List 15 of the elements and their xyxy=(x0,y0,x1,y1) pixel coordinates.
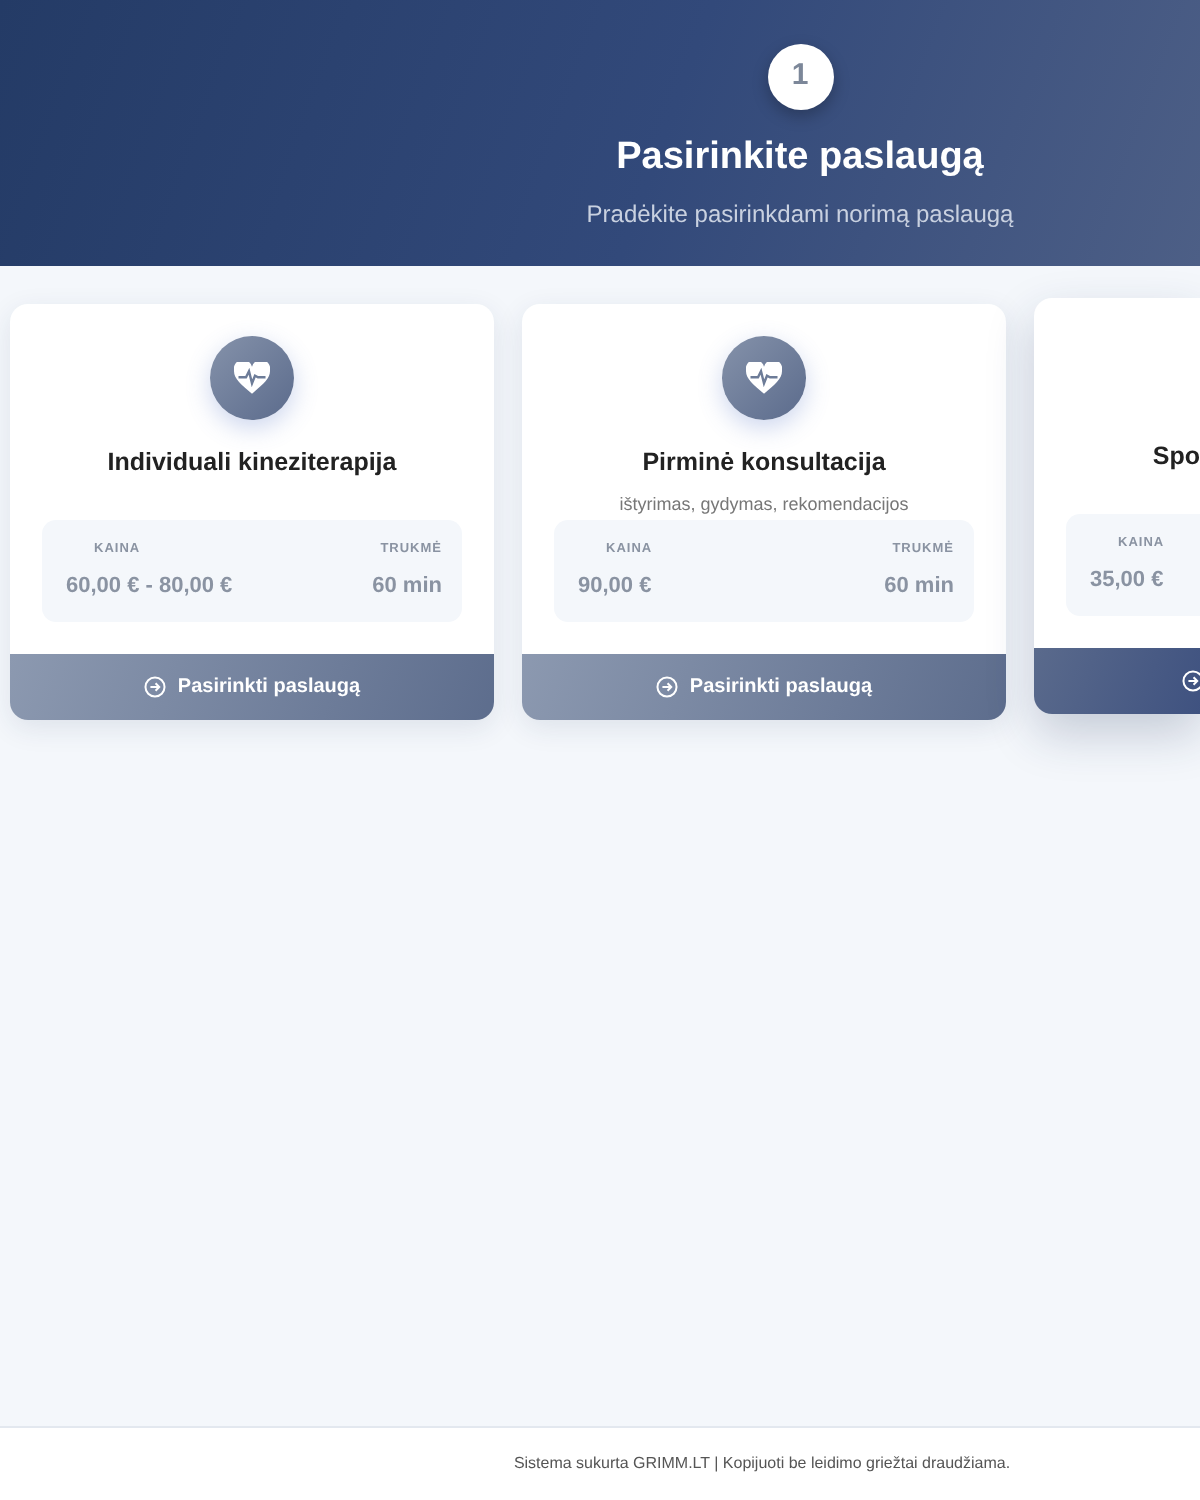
select-service-button[interactable]: Pasirinkti paslaugą xyxy=(10,654,494,720)
field-value: 35,00 € xyxy=(1090,565,1165,595)
step-number: 1 xyxy=(767,44,833,110)
field-value: 90,00 € xyxy=(578,571,653,602)
service-title: Individuali kineziterapija xyxy=(107,446,397,480)
field-value: 60 min xyxy=(372,571,442,601)
service-description: ištyrimas, gydymas, rekomendacijos xyxy=(619,492,909,519)
page-subtitle: Pradėkite pasirinkdami norimą paslaugą xyxy=(586,197,1014,231)
field-value: 60,00 € - 80,00 € xyxy=(66,571,233,601)
page-title: Pasirinkite paslaugą xyxy=(616,134,984,182)
service-title: Pirminė konsultacija xyxy=(642,445,886,480)
field-value: 60 min xyxy=(884,571,954,602)
footer-text: Sistema sukurta GRIMM.LT | Kopijuoti be leidimo griežtai draudžiama. xyxy=(0,1426,1200,1500)
select-service-button[interactable]: Pasirinkti paslaugą xyxy=(522,654,1006,720)
service-title: Spo xyxy=(1150,440,1200,474)
